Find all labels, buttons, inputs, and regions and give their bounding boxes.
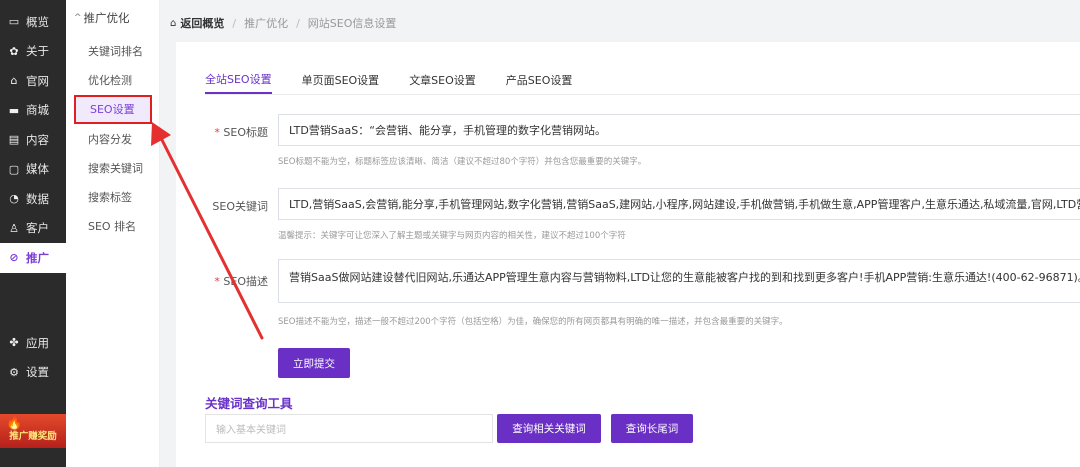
subnav-item-2[interactable]: SEO设置 — [74, 94, 152, 124]
sidebar-item-7[interactable]: ♙ 客户 — [0, 214, 66, 244]
shop-icon: ▬ — [8, 103, 20, 117]
seo-keyword-input[interactable]: LTD,营销SaaS,会营销,能分享,手机管理网站,数字化营销,营销SaaS,建… — [278, 188, 1080, 220]
subnav-item-1[interactable]: 优化检测 — [66, 65, 159, 94]
sidebar-item-label: 内容 — [26, 132, 49, 147]
sidebar-item-8[interactable]: ⊘ 推广 — [0, 243, 66, 273]
seo-desc-label: * SEO描述 — [214, 275, 268, 288]
promo-banner[interactable]: 🔥 推广赚奖励 — [0, 414, 66, 448]
sidebar-bottom-item-1[interactable]: ⚙ 设置 — [0, 358, 66, 388]
seo-title-label: * SEO标题 — [214, 126, 268, 139]
sidebar-bottom-item-0[interactable]: ✤ 应用 — [0, 328, 66, 358]
link-icon: ⊘ — [9, 251, 19, 265]
subnav-item-5[interactable]: 搜索标签 — [66, 182, 159, 211]
sub-sidebar: ^ 推广优化 关键词排名 优化检测 SEO设置 内容分发 搜索关键词 搜索标签 SEO 排名 — [66, 0, 160, 467]
media-icon: ▢ — [8, 162, 20, 176]
sidebar-item-4[interactable]: ▤ 内容 — [0, 125, 66, 155]
tab-article-seo[interactable]: 文章SEO设置 — [409, 66, 476, 94]
main-sidebar: ▭ 概览 ✿ 关于 ⌂ 官网 ▬ 商城 ▤ 内容 ▢ 媒体 ◔ 数据 ♙ 客户 ⊘ 推广 ✤ 应用 ⚙ 设置 🔥 推广赚… — [0, 0, 66, 467]
home-icon: ⌂ — [10, 74, 18, 88]
sidebar-item-1[interactable]: ✿ 关于 — [0, 37, 66, 67]
sidebar-item-6[interactable]: ◔ 数据 — [0, 184, 66, 214]
breadcrumb-home[interactable]: 返回概览 — [180, 15, 224, 31]
seo-desc-hint: SEO描述不能为空，描述一般不超过200个字符（包括空格）为佳，确保您的所有网页… — [278, 317, 788, 327]
clock-icon: ◔ — [9, 192, 19, 206]
seo-keyword-hint: 温馨提示：关键字可让您深入了解主题或关键字与网页内容的相关性，建议不超过100个… — [278, 231, 626, 241]
settings-icon: ⚙ — [9, 365, 19, 379]
query-longtail-button[interactable]: 查询长尾词 — [611, 414, 693, 443]
subnav-item-0[interactable]: 关键词排名 — [66, 36, 159, 65]
sidebar-item-label: 数据 — [26, 191, 49, 206]
sidebar-item-label: 媒体 — [26, 162, 49, 177]
chevron-up-icon: ^ — [74, 13, 82, 23]
monitor-icon: ▭ — [8, 15, 20, 29]
seo-title-hint: SEO标题不能为空，标题标签应该清晰、简洁（建议不超过80个字符）并包含您最重要… — [278, 157, 647, 167]
sidebar-item-label: 关于 — [26, 44, 49, 59]
content-card — [176, 42, 1080, 467]
subnav-heading[interactable]: ^ 推广优化 — [66, 0, 159, 36]
sidebar-item-2[interactable]: ⌂ 官网 — [0, 66, 66, 96]
gear-icon: ✿ — [9, 44, 19, 58]
tab-page-seo[interactable]: 单页面SEO设置 — [302, 66, 380, 94]
home-icon: ⌂ — [170, 17, 177, 29]
sidebar-item-label: 客户 — [26, 221, 49, 236]
submit-button[interactable]: 立即提交 — [278, 348, 350, 378]
sidebar-item-5[interactable]: ▢ 媒体 — [0, 155, 66, 185]
sidebar-item-label: 推广 — [26, 250, 49, 265]
seo-title-input[interactable]: LTD营销SaaS：“会营销、能分享，手机管理的数字化营销网站。 — [278, 114, 1080, 146]
subnav-item-3[interactable]: 内容分发 — [66, 124, 159, 153]
keyword-tool-input[interactable]: 输入基本关键词 — [205, 414, 493, 443]
sidebar-item-label: 概览 — [26, 14, 49, 29]
sidebar-item-0[interactable]: ▭ 概览 — [0, 7, 66, 37]
sidebar-item-label: 官网 — [26, 73, 49, 88]
sidebar-item-label: 设置 — [26, 365, 49, 380]
document-icon: ▤ — [8, 133, 20, 147]
apps-icon: ✤ — [9, 336, 19, 350]
breadcrumb-mid[interactable]: 推广优化 — [244, 15, 288, 31]
keyword-tool-title: 关键词查询工具 — [205, 396, 293, 411]
breadcrumb-current: 网站SEO信息设置 — [307, 17, 397, 30]
sidebar-item-label: 应用 — [26, 335, 49, 350]
query-related-button[interactable]: 查询相关关键词 — [497, 414, 601, 443]
tab-site-seo[interactable]: 全站SEO设置 — [205, 66, 272, 94]
seo-desc-textarea[interactable]: 营销SaaS做网站建设替代旧网站,乐通达APP管理生意内容与营销物料,LTD让您… — [278, 259, 1080, 303]
tab-product-seo[interactable]: 产品SEO设置 — [506, 66, 573, 94]
seo-keyword-label: SEO关键词 — [212, 200, 268, 213]
sidebar-item-3[interactable]: ▬ 商城 — [0, 96, 66, 126]
sidebar-item-label: 商城 — [26, 103, 49, 118]
flame-icon: 🔥 — [6, 416, 23, 431]
subnav-item-4[interactable]: 搜索关键词 — [66, 153, 159, 182]
seo-tabs: 全站SEO设置 单页面SEO设置 文章SEO设置 产品SEO设置 — [205, 66, 602, 96]
subnav-item-6[interactable]: SEO 排名 — [66, 212, 159, 241]
user-icon: ♙ — [9, 221, 19, 235]
breadcrumb: ⌂ 返回概览 / 推广优化 / 网站SEO信息设置 — [170, 15, 397, 31]
